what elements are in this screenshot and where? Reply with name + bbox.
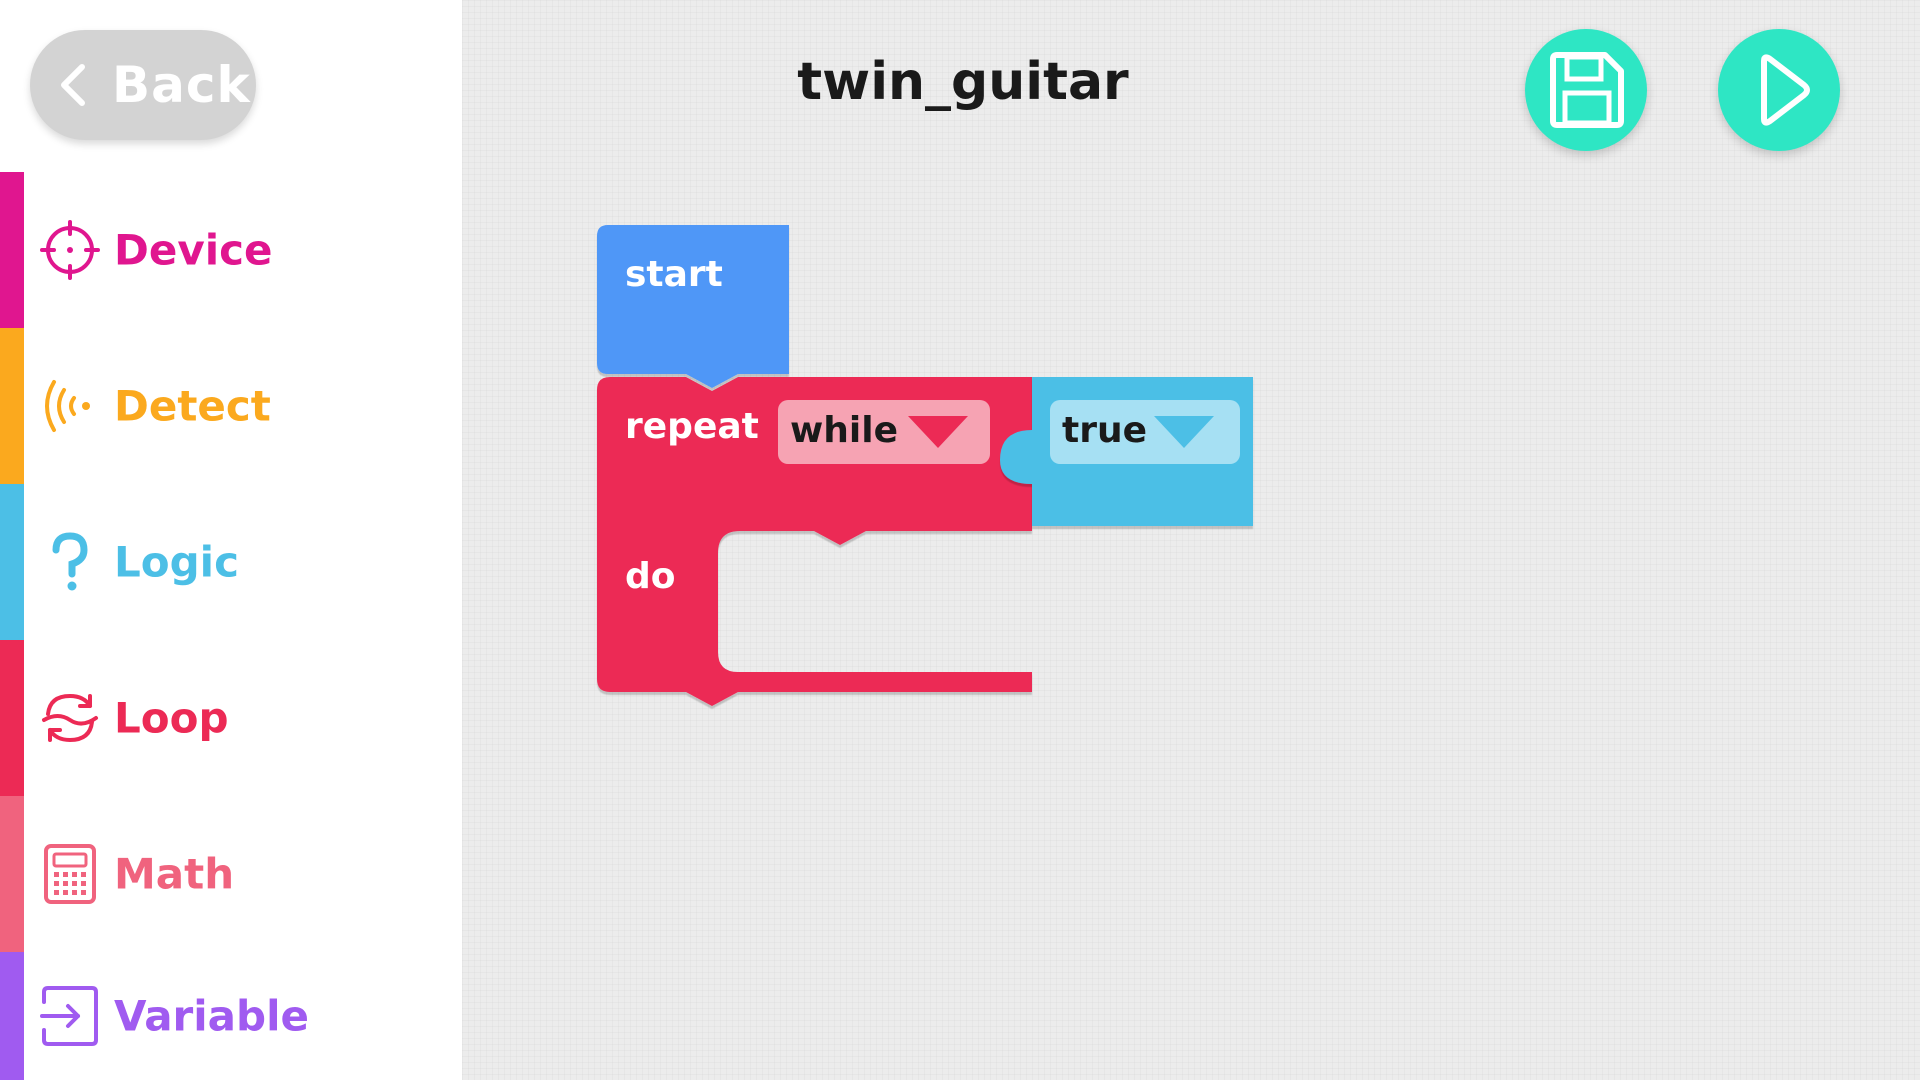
program-blocks <box>597 225 1253 706</box>
repeat-block-label: repeat <box>625 406 759 447</box>
do-block-label: do <box>625 556 676 597</box>
dropdown-arrow-icon <box>908 416 968 448</box>
start-block-label: start <box>625 254 723 295</box>
condition-dropdown[interactable]: true <box>1050 400 1240 464</box>
start-block[interactable] <box>597 225 789 388</box>
condition-value: true <box>1062 410 1148 451</box>
repeat-mode-value: while <box>790 410 898 451</box>
repeat-mode-dropdown[interactable]: while <box>778 400 990 464</box>
dropdown-arrow-icon <box>1154 416 1214 448</box>
